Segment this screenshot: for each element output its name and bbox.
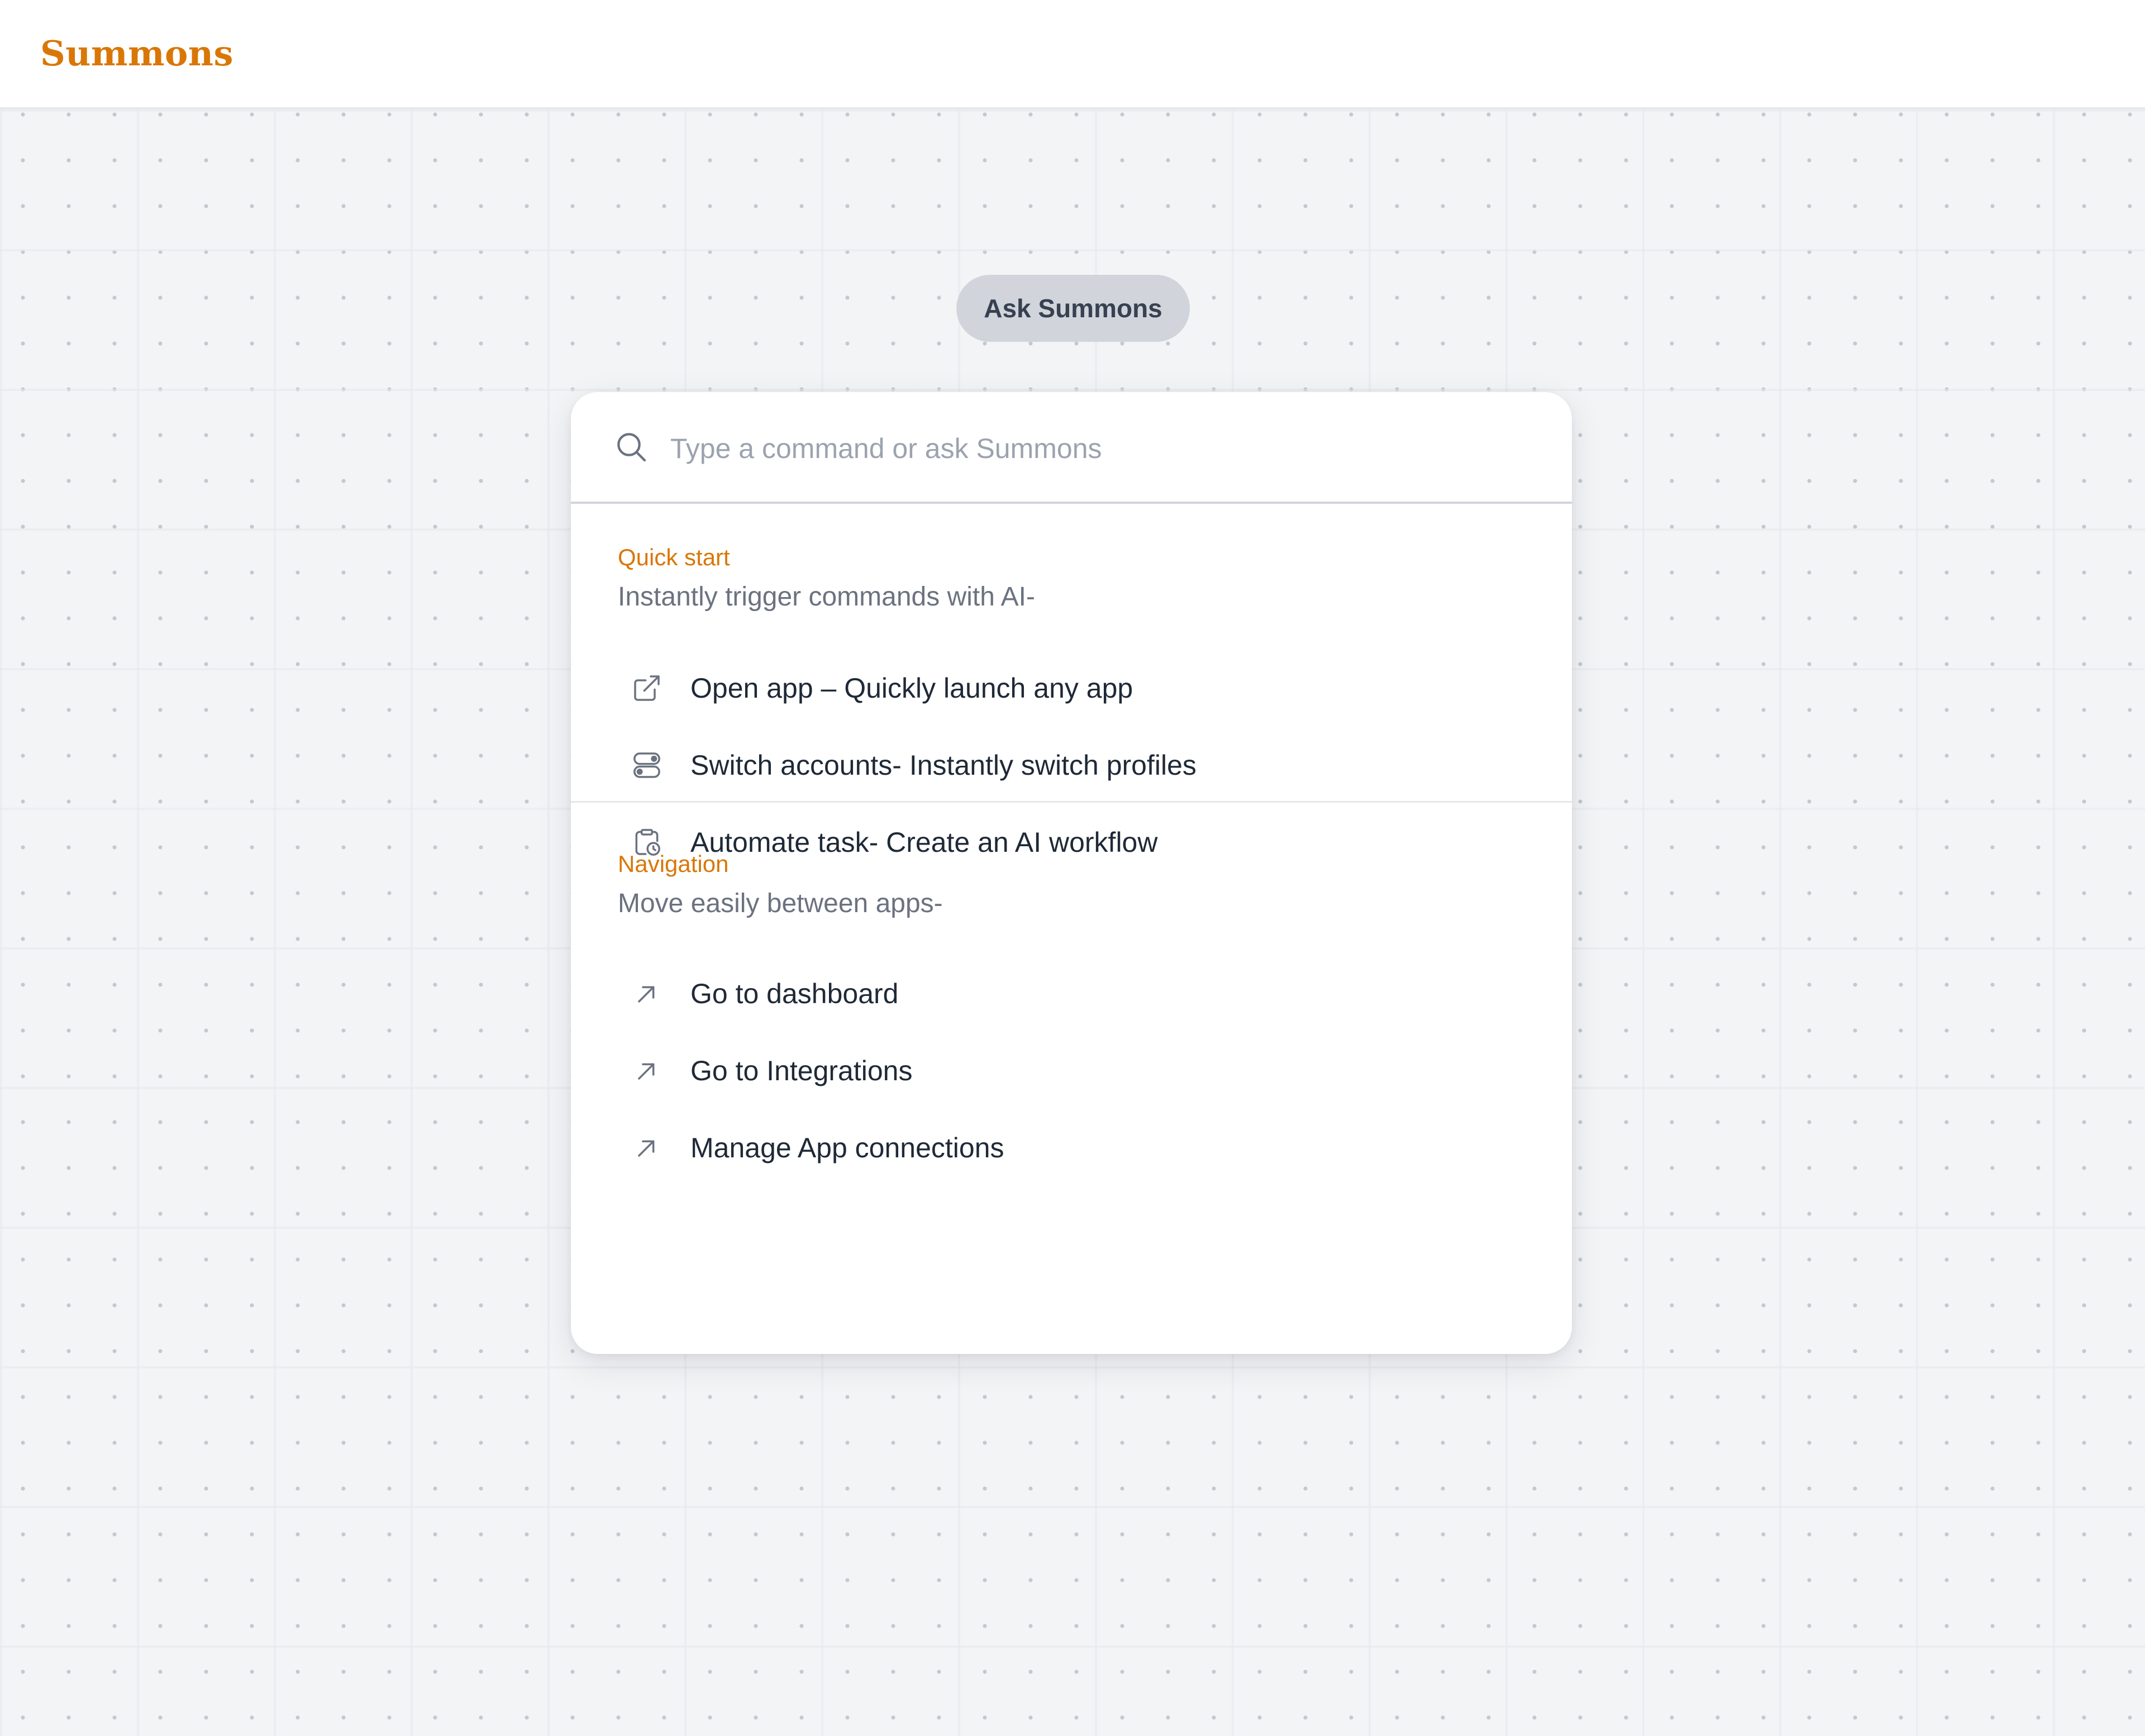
quick-start-title: Quick start — [618, 544, 730, 570]
command-manage-app-connections[interactable]: Manage App connections — [604, 1114, 1538, 1181]
command-label: Switch accounts- Instantly switch profil… — [690, 750, 1197, 781]
command-go-to-dashboard[interactable]: Go to dashboard — [604, 960, 1538, 1027]
command-open-app[interactable]: Open app – Quickly launch any app — [604, 655, 1538, 722]
command-label: Go to Integrations — [690, 1055, 913, 1086]
command-switch-accounts[interactable]: Switch accounts- Instantly switch profil… — [604, 732, 1538, 799]
navigation-section: Navigation Move easily between apps- Go … — [571, 803, 1572, 1354]
navigation-title: Navigation — [618, 851, 729, 877]
arrow-up-right-icon — [638, 1140, 655, 1157]
command-label: Manage App connections — [690, 1132, 1004, 1163]
command-label: Open app – Quickly launch any app — [690, 673, 1133, 704]
ask-summons-button[interactable]: Ask Summons — [956, 275, 1190, 342]
search-icon — [617, 433, 646, 462]
search-input[interactable] — [670, 418, 1542, 479]
navigation-subtitle: Move easily between apps- — [618, 889, 943, 918]
command-label: Go to dashboard — [690, 978, 899, 1009]
search-row — [571, 392, 1572, 504]
toggle-switch-icon — [633, 752, 660, 778]
external-link-icon — [634, 675, 660, 701]
arrow-up-right-icon — [638, 1063, 655, 1080]
command-palette: Quick start Instantly trigger commands w… — [571, 392, 1572, 1354]
top-bar: Summons — [0, 0, 2145, 109]
quick-start-section: Quick start Instantly trigger commands w… — [571, 506, 1572, 858]
arrow-up-right-icon — [638, 986, 655, 1003]
brand-logo[interactable]: Summons — [40, 31, 233, 76]
command-go-to-integrations[interactable]: Go to Integrations — [604, 1037, 1538, 1104]
quick-start-subtitle: Instantly trigger commands with AI- — [618, 582, 1035, 612]
